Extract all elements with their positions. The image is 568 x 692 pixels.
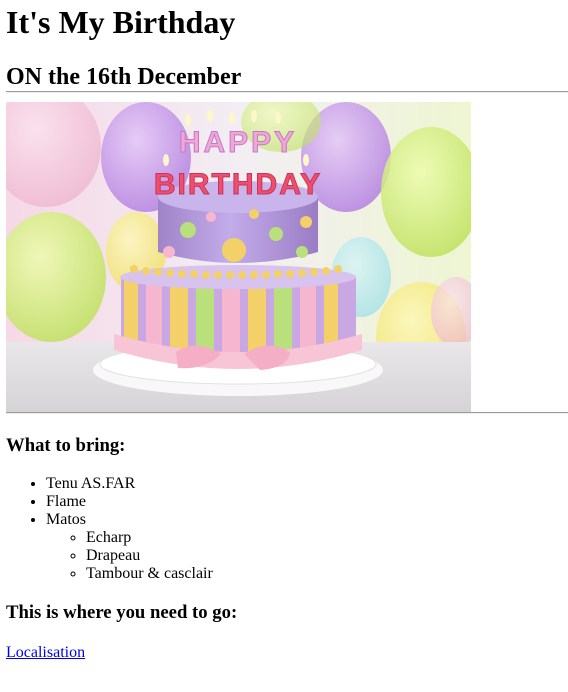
sub-list-item: Echarp	[86, 529, 568, 547]
bring-list: Tenu AS.FAR Flame Matos Echarp Drapeau T…	[6, 475, 568, 583]
list-item-matos: Matos Echarp Drapeau Tambour & casclair	[46, 511, 568, 583]
sub-list-item: Tambour & casclair	[86, 565, 568, 583]
list-item: Flame	[46, 493, 568, 511]
birthday-cake-image: HAPPY BIRTHDAY	[6, 102, 471, 412]
bottom-divider	[6, 412, 568, 414]
page-subtitle: ON the 16th December	[6, 64, 242, 90]
page-content: It's My Birthday ON the 16th December HA…	[6, 0, 568, 662]
list-item: Tenu AS.FAR	[46, 475, 568, 493]
bring-heading: What to bring:	[6, 435, 126, 456]
cake-text-birthday: BIRTHDAY	[154, 168, 322, 201]
list-item-label: Matos	[46, 511, 86, 528]
location-heading: This is where you need to go:	[6, 602, 238, 623]
location-paragraph: Localisation	[6, 644, 568, 662]
localisation-link[interactable]: Localisation	[6, 644, 85, 661]
matos-sublist: Echarp Drapeau Tambour & casclair	[46, 529, 568, 583]
page-title: It's My Birthday	[6, 4, 236, 40]
top-divider	[6, 91, 568, 93]
cake-text-happy: HAPPY	[179, 126, 297, 159]
sub-list-item: Drapeau	[86, 547, 568, 565]
